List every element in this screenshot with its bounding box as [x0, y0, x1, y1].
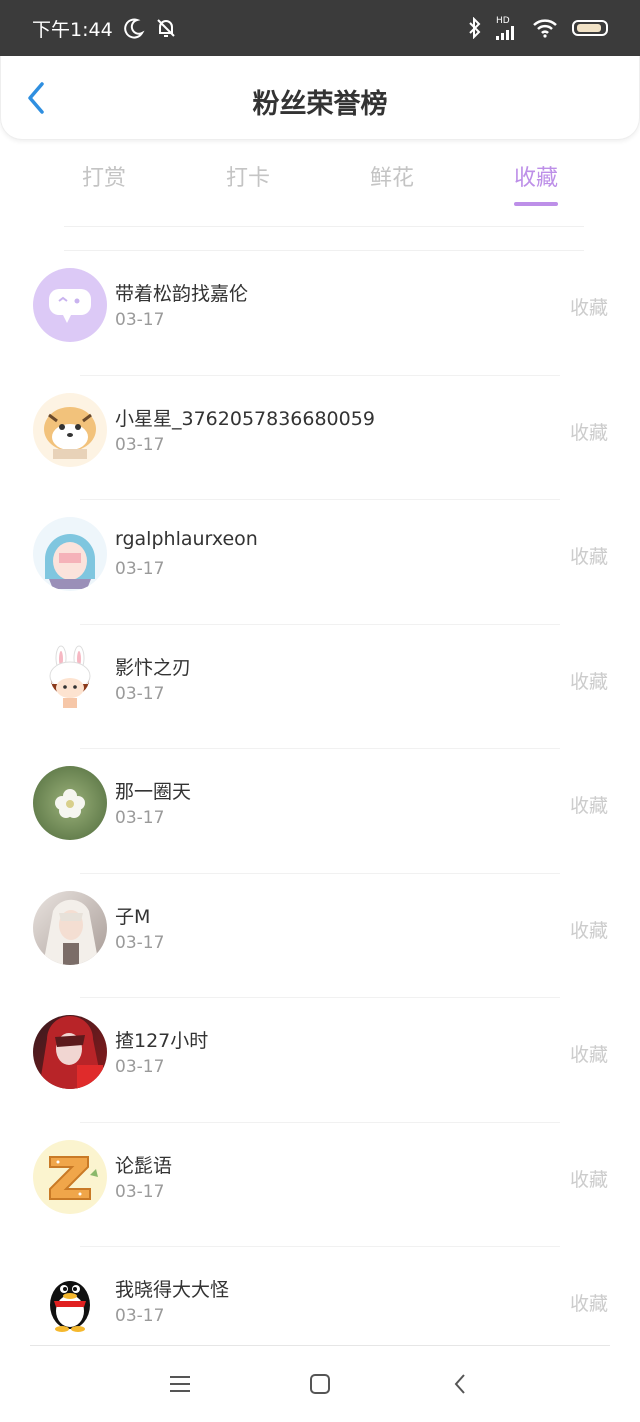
divider [64, 226, 584, 227]
fan-name: 论髭语 [115, 1154, 173, 1177]
bunny-girl-avatar [33, 641, 107, 716]
fan-name: 小星星_3762057836680059 [115, 407, 375, 430]
action-label: 收藏 [569, 795, 608, 817]
back-nav-button[interactable] [440, 1364, 480, 1404]
red-hair-avatar [33, 1015, 107, 1089]
list-item[interactable]: 论髭语 03-17 收藏 [0, 1123, 640, 1247]
action-label: 收藏 [569, 421, 608, 444]
header-bar: 粉丝荣誉榜 [0, 56, 640, 140]
fan-date: 03-17 [115, 683, 165, 704]
list-item[interactable]: 子M 03-17 收藏 [0, 874, 640, 998]
tab-favorites[interactable]: 收藏 [464, 150, 608, 210]
list-item[interactable]: 那一圈天 03-17 收藏 [0, 749, 640, 874]
list-item[interactable]: rgalphlaurxeon 03-17 收藏 [0, 500, 640, 625]
fan-name: 子M [115, 905, 151, 928]
menu-button[interactable] [160, 1364, 200, 1404]
fan-date: 03-17 [115, 559, 165, 579]
fan-date: 03-17 [115, 808, 165, 828]
list-item[interactable]: 影忭之刃 03-17 收藏 [0, 625, 640, 749]
tab-flowers[interactable]: 鲜花 [320, 150, 464, 210]
fan-date: 03-17 [115, 1057, 165, 1077]
bluetooth-icon [468, 17, 482, 39]
battery-icon [572, 20, 608, 36]
list-item[interactable]: 小星星_3762057836680059 03-17 收藏 [0, 376, 640, 500]
status-bar: 下午1:44 HD [0, 0, 640, 56]
fan-name: rgalphlaurxeon [115, 528, 258, 550]
flower-avatar [33, 766, 107, 840]
letter-z-avatar [33, 1139, 107, 1214]
system-nav-bar [0, 1346, 640, 1422]
anime-girl-avatar [33, 517, 107, 591]
tiger-avatar [33, 392, 107, 467]
tab-bar: 打赏 打卡 鲜花 收藏 [32, 150, 608, 210]
fan-date: 03-17 [115, 1306, 165, 1326]
page-title: 粉丝荣誉榜 [252, 89, 388, 120]
chat-bubble-avatar [33, 268, 107, 342]
action-label: 收藏 [569, 1044, 608, 1066]
fan-date: 03-17 [115, 310, 165, 330]
fan-list: 带着松韵找嘉伦 03-17 收藏 小星星_3762057836680059 03… [0, 251, 640, 1372]
fan-name: 影忭之刃 [115, 656, 192, 679]
penguin-avatar [33, 1264, 107, 1338]
action-label: 收藏 [569, 919, 608, 942]
action-label: 收藏 [569, 297, 608, 319]
signal-icon: HD [496, 15, 518, 40]
fan-name: 带着松韵找嘉伦 [115, 283, 249, 305]
fan-date: 03-17 [115, 434, 165, 455]
chevron-left-icon [454, 1374, 465, 1394]
list-item[interactable]: 带着松韵找嘉伦 03-17 收藏 [0, 251, 640, 376]
home-button[interactable] [300, 1364, 340, 1404]
white-hair-avatar [33, 890, 107, 965]
fan-date: 03-17 [115, 932, 165, 953]
network-type: HD [496, 15, 510, 26]
bell-muted-icon [155, 17, 177, 39]
fan-date: 03-17 [115, 1181, 165, 1202]
status-time: 下午1:44 [32, 18, 113, 41]
list-item[interactable]: 揸127小时 03-17 收藏 [0, 998, 640, 1123]
fan-name: 揸127小时 [115, 1030, 209, 1052]
tab-checkin[interactable]: 打卡 [176, 150, 320, 210]
action-label: 收藏 [569, 1168, 608, 1191]
fan-name: 我晓得大大怪 [115, 1279, 230, 1301]
fan-name: 那一圈天 [115, 781, 192, 803]
action-label: 收藏 [569, 670, 608, 693]
square-icon [310, 1374, 330, 1394]
wifi-icon [532, 18, 558, 38]
menu-icon [170, 1376, 190, 1392]
moon-icon [123, 17, 145, 39]
action-label: 收藏 [569, 1293, 608, 1315]
action-label: 收藏 [569, 546, 608, 568]
tab-reward[interactable]: 打赏 [32, 150, 176, 210]
